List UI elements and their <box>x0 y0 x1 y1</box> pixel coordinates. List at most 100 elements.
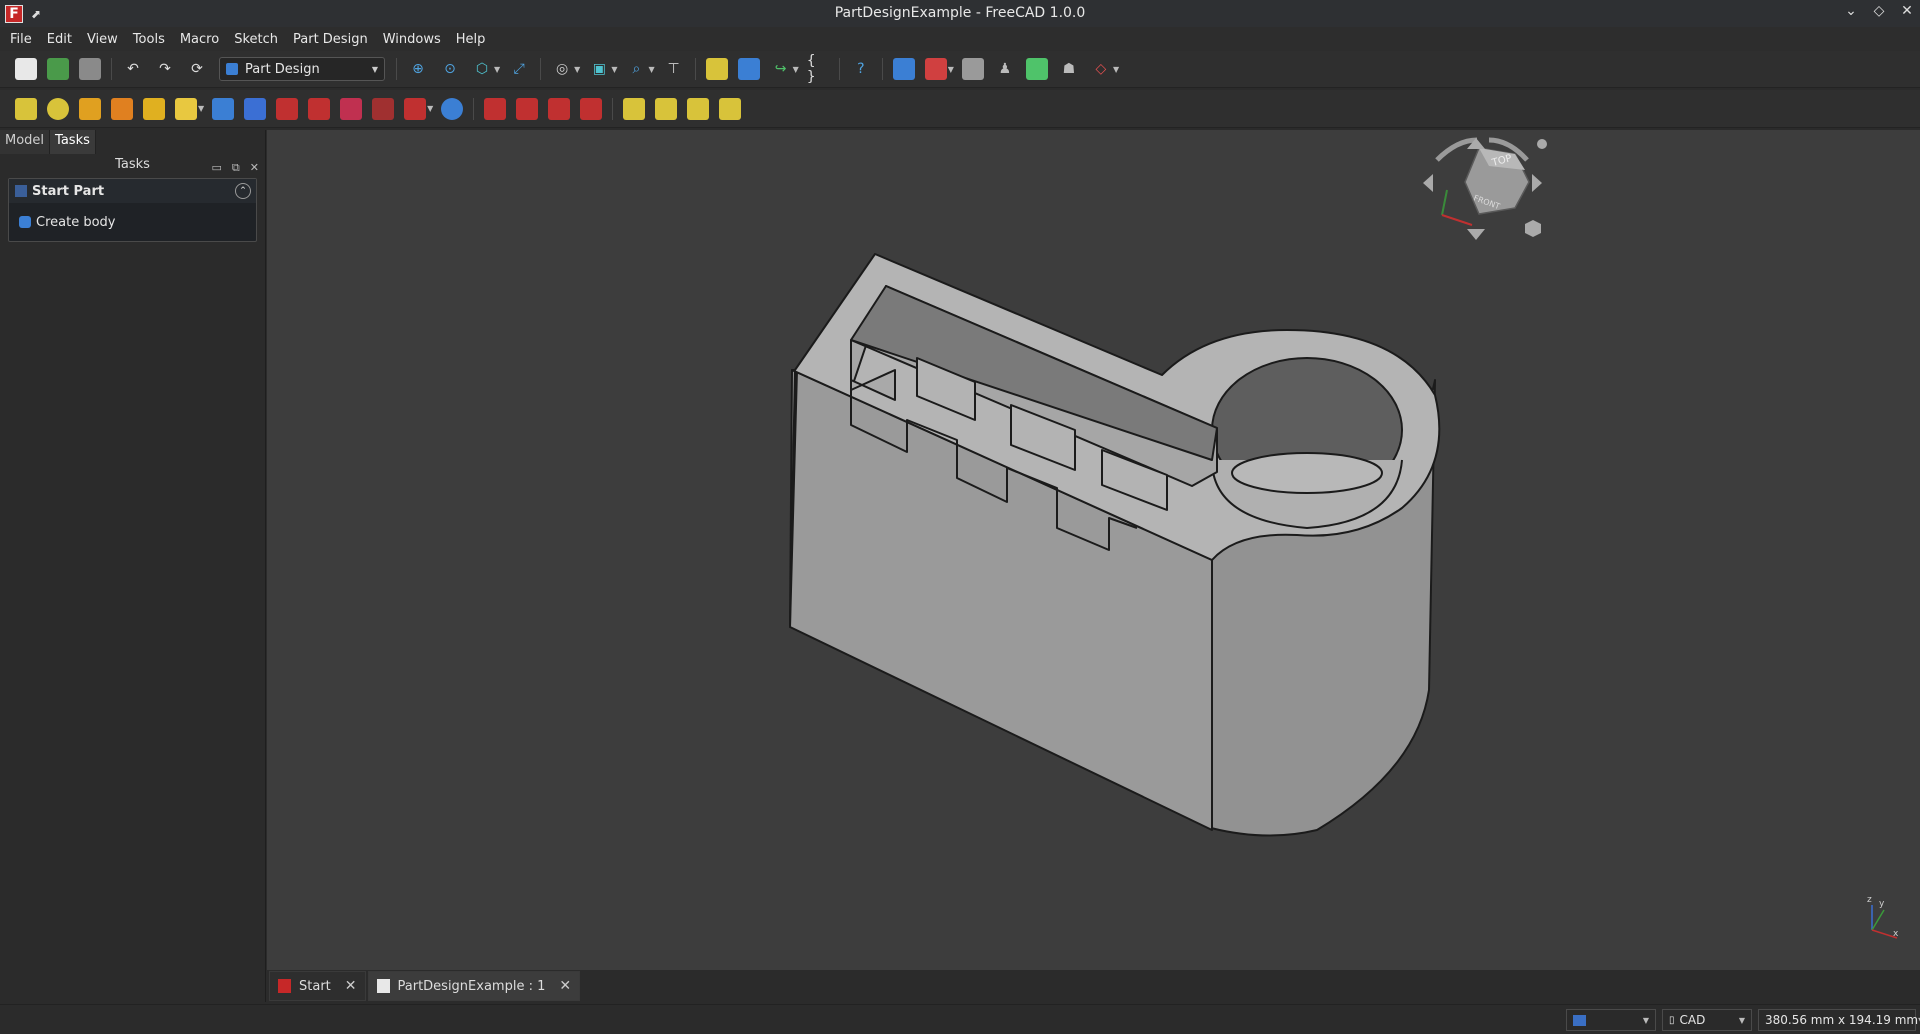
menu-macro[interactable]: Macro <box>180 32 219 47</box>
shape-binder-icon[interactable] <box>1025 58 1048 80</box>
task-box-start-part: Start Part ⌃ Create body <box>8 178 257 242</box>
draw-style-icon[interactable]: ◎ <box>551 58 573 80</box>
close-button[interactable]: ✕ <box>1900 3 1914 19</box>
pan-left-arrow-icon[interactable] <box>1423 174 1433 192</box>
menu-windows[interactable]: Windows <box>383 32 441 47</box>
tab-document[interactable]: PartDesignExample : 1 ✕ <box>367 971 581 1001</box>
tab-start[interactable]: Start ✕ <box>269 971 366 1001</box>
hole-icon[interactable] <box>244 97 267 120</box>
task-box-title: Start Part <box>32 183 105 199</box>
redo-icon[interactable]: ↷ <box>154 58 176 80</box>
zoom-icon[interactable]: ⌕ <box>625 58 647 80</box>
undo-icon[interactable]: ↶ <box>122 58 144 80</box>
maximize-button[interactable]: ◇ <box>1872 3 1886 19</box>
menu-edit[interactable]: Edit <box>47 32 72 47</box>
create-group-icon[interactable] <box>737 58 760 80</box>
part-design-icon <box>226 63 238 75</box>
datum-icon[interactable]: ◇ <box>1090 58 1112 80</box>
create-sketch-icon[interactable] <box>924 58 947 80</box>
thickness-icon[interactable] <box>580 97 603 120</box>
pad-icon[interactable] <box>15 97 37 120</box>
navigation-style-selector[interactable]: ▯ CAD ▼ <box>1662 1009 1752 1031</box>
window-title: PartDesignExample - FreeCAD 1.0.0 <box>834 5 1086 21</box>
pin-icon[interactable]: ⬈ <box>31 7 41 21</box>
color-selector[interactable]: ▼ <box>1566 1009 1656 1031</box>
boolean-icon[interactable] <box>441 97 464 120</box>
fillet-icon[interactable] <box>484 97 507 120</box>
multi-transform-icon[interactable] <box>719 97 742 120</box>
groove-icon[interactable] <box>276 97 299 120</box>
create-body-label: Create body <box>36 214 116 230</box>
document-icon <box>376 979 390 993</box>
viewport-canvas: TOP FRONT z y x <box>789 137 1899 939</box>
revolution-icon[interactable] <box>47 97 69 120</box>
axis-y-label: y <box>1879 899 1885 909</box>
navigation-cube[interactable]: TOP FRONT <box>1423 137 1547 240</box>
fit-all-icon[interactable]: ⊕ <box>407 58 429 80</box>
navcube-menu-icon[interactable] <box>1537 139 1547 149</box>
create-part-icon[interactable] <box>705 58 728 80</box>
menu-sketch[interactable]: Sketch <box>234 32 278 47</box>
menu-tools[interactable]: Tools <box>133 32 165 47</box>
3d-viewport[interactable]: TOP FRONT z y x <box>267 130 1920 970</box>
isometric-view-icon[interactable]: ⬡ <box>471 58 493 80</box>
minimize-button[interactable]: ⌄ <box>1844 3 1858 19</box>
pan-right-arrow-icon[interactable] <box>1532 174 1542 192</box>
navcube-view-menu-icon[interactable] <box>1525 220 1541 237</box>
collapse-icon[interactable]: ⌃ <box>235 183 251 199</box>
chevron-down-icon: ▼ <box>371 64 378 74</box>
new-document-icon[interactable] <box>15 58 37 80</box>
dimension-label: 380.56 mm x 194.19 mm <box>1765 1013 1919 1027</box>
menu-view[interactable]: View <box>87 32 118 47</box>
sub-shape-binder-icon[interactable]: ☗ <box>1058 58 1080 80</box>
refresh-icon[interactable]: ⟳ <box>186 58 208 80</box>
tab-model[interactable]: Model <box>0 130 51 154</box>
additive-pipe-icon[interactable] <box>111 97 133 120</box>
validate-sketch-icon[interactable] <box>961 58 984 80</box>
axis-z-label: z <box>1867 895 1872 905</box>
toolbar-separator <box>881 58 883 80</box>
close-tab-icon[interactable]: ✕ <box>559 978 571 994</box>
save-document-icon[interactable] <box>79 58 101 80</box>
macro-icon[interactable]: { } <box>807 53 829 85</box>
pan-down-arrow-icon[interactable] <box>1467 229 1485 240</box>
whats-this-icon[interactable]: ? <box>850 58 872 80</box>
chamfer-icon[interactable] <box>516 97 539 120</box>
menu-part-design[interactable]: Part Design <box>293 32 368 47</box>
close-tab-icon[interactable]: ✕ <box>345 978 357 994</box>
subtractive-pipe-icon[interactable] <box>340 97 363 120</box>
create-body-action[interactable]: Create body <box>9 203 256 241</box>
linear-pattern-icon[interactable] <box>655 97 678 120</box>
dimension-readout[interactable]: 380.56 mm x 194.19 mm ▼ <box>1758 1009 1920 1031</box>
std-views-icon[interactable]: ▣ <box>588 58 610 80</box>
mirrored-icon[interactable] <box>623 97 646 120</box>
polar-pattern-icon[interactable] <box>687 97 710 120</box>
menu-help[interactable]: Help <box>456 32 486 47</box>
part-model[interactable] <box>789 253 1441 837</box>
additive-helix-icon[interactable] <box>143 97 165 120</box>
pocket-icon[interactable] <box>212 97 235 120</box>
workbench-selector[interactable]: Part Design ▼ <box>219 57 385 81</box>
panel-undock-icon[interactable]: ⧉ <box>232 157 240 179</box>
combo-view-panel: Model Tasks Tasks ▭ ⧉ ✕ Start Part ⌃ Cre… <box>0 130 266 1002</box>
fit-selection-icon[interactable]: ⊙ <box>439 58 461 80</box>
panel-close-icon[interactable]: ✕ <box>250 157 259 179</box>
menu-file[interactable]: File <box>10 32 32 47</box>
subtractive-loft-icon[interactable] <box>308 97 331 120</box>
draft-icon[interactable] <box>548 97 571 120</box>
open-document-icon[interactable] <box>47 58 69 80</box>
subtractive-primitive-icon[interactable] <box>404 97 427 120</box>
menu-bar: File Edit View Tools Macro Sketch Part D… <box>0 27 1920 51</box>
link-icon[interactable]: ↪ <box>770 58 792 80</box>
panel-float-icon[interactable]: ▭ <box>212 157 222 179</box>
clone-icon[interactable]: ♟ <box>994 58 1016 80</box>
create-body-icon[interactable] <box>892 58 915 80</box>
tab-tasks[interactable]: Tasks <box>50 130 96 154</box>
additive-primitive-icon[interactable] <box>175 97 197 120</box>
part-icon <box>15 185 27 197</box>
measure-icon[interactable]: ⤢ <box>508 58 530 80</box>
rotate-left-arrow-icon[interactable] <box>1435 137 1478 162</box>
subtractive-helix-icon[interactable] <box>372 97 395 120</box>
additive-loft-icon[interactable] <box>79 97 101 120</box>
measure-distance-icon[interactable]: ⊤ <box>663 58 685 80</box>
